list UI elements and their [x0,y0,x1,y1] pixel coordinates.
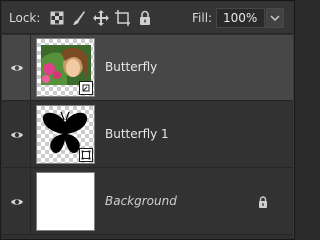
layer-thumbnail[interactable] [36,172,95,231]
lock-all-icon[interactable] [136,8,154,28]
layers-list: Butterfly Butterfly 1 Background [2,35,293,238]
layer-row-butterfly[interactable]: Butterfly [2,35,293,101]
layer-name[interactable]: Butterfly 1 [105,127,169,141]
lock-label: Lock: [9,11,41,25]
layer-thumbnail[interactable] [36,38,95,97]
eye-icon [11,132,23,138]
layer-row-background[interactable]: Background [2,169,293,235]
layer-name[interactable]: Background [105,194,177,208]
lock-transparent-pixels-icon[interactable] [48,8,66,28]
prevent-auto-nesting-icon[interactable] [114,8,132,28]
fill-label: Fill: [192,11,213,25]
layer-thumbnail[interactable] [36,105,95,164]
chevron-down-icon [270,15,280,21]
layer-row-butterfly-1[interactable]: Butterfly 1 [2,102,293,168]
visibility-toggle[interactable] [2,102,31,168]
eye-icon [11,65,23,71]
fill-dropdown-button[interactable] [266,8,284,28]
visibility-toggle[interactable] [2,35,31,101]
eye-icon [11,199,23,205]
layer-lock-icon[interactable] [257,195,269,209]
fill-input[interactable]: 100% [216,8,265,28]
lock-image-pixels-icon[interactable] [70,8,88,28]
layer-name[interactable]: Butterfly [105,60,157,74]
visibility-toggle[interactable] [2,169,31,235]
layers-toolbar: Lock: Fill: 100% [2,2,293,34]
scrollbar-track[interactable] [293,35,294,238]
layers-panel: Lock: Fill: 100% Butterfly Butterfly 1 B… [0,0,295,240]
lock-position-icon[interactable] [92,8,110,28]
smart-object-badge-icon [79,81,93,95]
vector-mask-badge-icon [79,148,93,162]
